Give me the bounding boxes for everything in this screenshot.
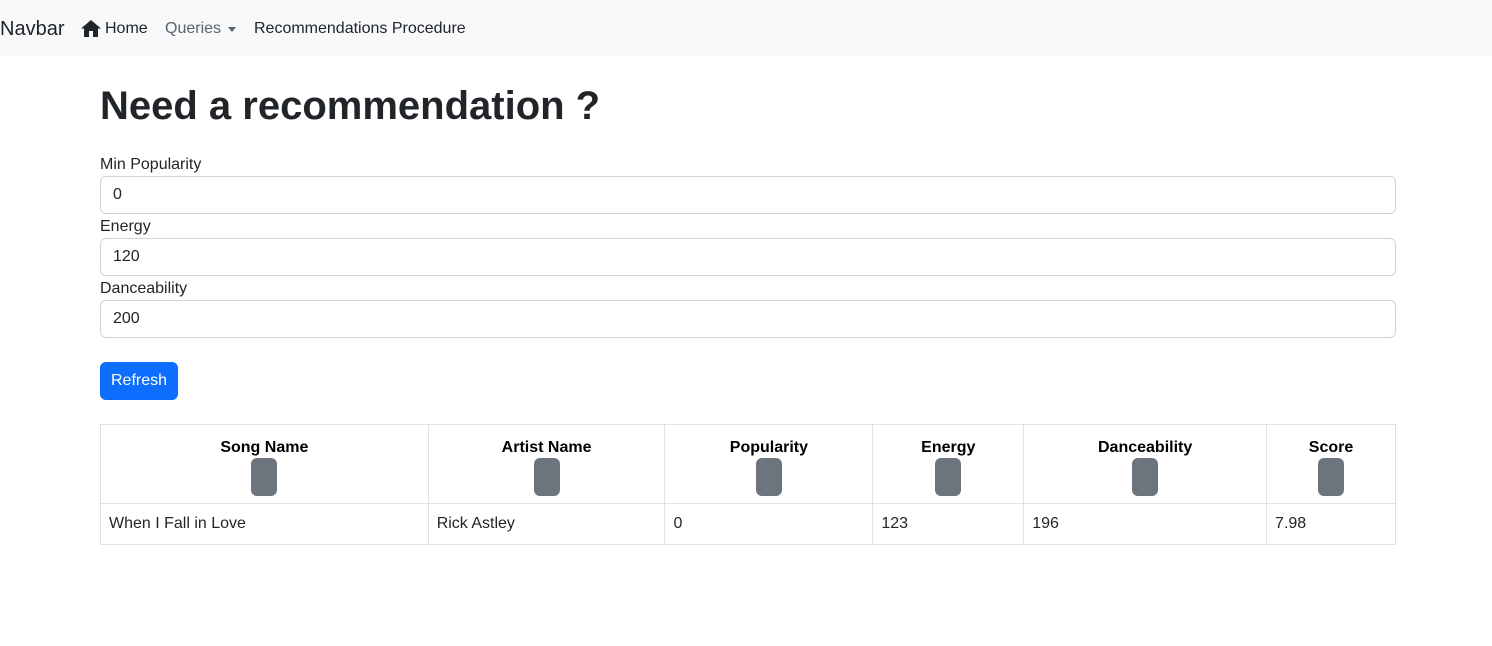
navbar-brand[interactable]: Navbar: [0, 17, 64, 41]
nav-queries-dropdown[interactable]: Queries: [165, 19, 237, 38]
danceability-label: Danceability: [100, 280, 188, 297]
sort-artist-name-button[interactable]: [533, 458, 560, 496]
header-song-name: Song Name: [100, 424, 429, 504]
header-popularity: Popularity: [664, 424, 874, 504]
sort-song-name-button[interactable]: [251, 458, 278, 496]
cell-popularity: 0: [664, 503, 874, 545]
header-label: Artist Name: [501, 439, 592, 456]
home-icon: [81, 20, 101, 37]
min-popularity-input[interactable]: [100, 176, 1396, 214]
navbar: Navbar Home Queries Recommendations Proc…: [0, 0, 1492, 56]
header-label: Popularity: [729, 439, 809, 456]
sort-energy-button[interactable]: [935, 458, 962, 496]
header-artist-name: Artist Name: [427, 424, 666, 504]
energy-label: Energy: [100, 218, 151, 235]
header-label: Song Name: [220, 439, 309, 456]
sort-score-button[interactable]: [1318, 458, 1345, 496]
nav-queries-label: Queries: [165, 20, 222, 37]
min-popularity-label: Min Popularity: [100, 156, 202, 173]
energy-input[interactable]: [100, 238, 1396, 276]
page-title: Need a recommendation ?: [100, 84, 601, 128]
table-header-row: Song Name Artist Name Popularity Energy …: [100, 424, 1396, 504]
chevron-down-icon: [228, 26, 237, 32]
header-score: Score: [1266, 424, 1396, 504]
header-label: Score: [1308, 439, 1354, 456]
header-energy: Energy: [872, 424, 1025, 504]
cell-score: 7.98: [1266, 503, 1396, 545]
sort-danceability-button[interactable]: [1132, 458, 1159, 496]
cell-danceability: 196: [1023, 503, 1268, 545]
table-row: When I Fall in Love Rick Astley 0 123 19…: [100, 503, 1396, 545]
cell-song-name: When I Fall in Love: [100, 503, 429, 545]
cell-energy: 123: [872, 503, 1025, 545]
cell-artist-name: Rick Astley: [427, 503, 666, 545]
nav-home-label: Home: [105, 20, 148, 37]
header-label: Danceability: [1098, 439, 1193, 456]
header-label: Energy: [921, 439, 976, 456]
results-table: Song Name Artist Name Popularity Energy …: [100, 424, 1396, 545]
sort-popularity-button[interactable]: [755, 458, 782, 496]
refresh-button[interactable]: Refresh: [100, 362, 178, 400]
header-danceability: Danceability: [1023, 424, 1268, 504]
danceability-input[interactable]: [100, 300, 1396, 338]
nav-home-link[interactable]: Home: [81, 19, 148, 38]
nav-recommendations-procedure-link[interactable]: Recommendations Procedure: [254, 19, 466, 38]
